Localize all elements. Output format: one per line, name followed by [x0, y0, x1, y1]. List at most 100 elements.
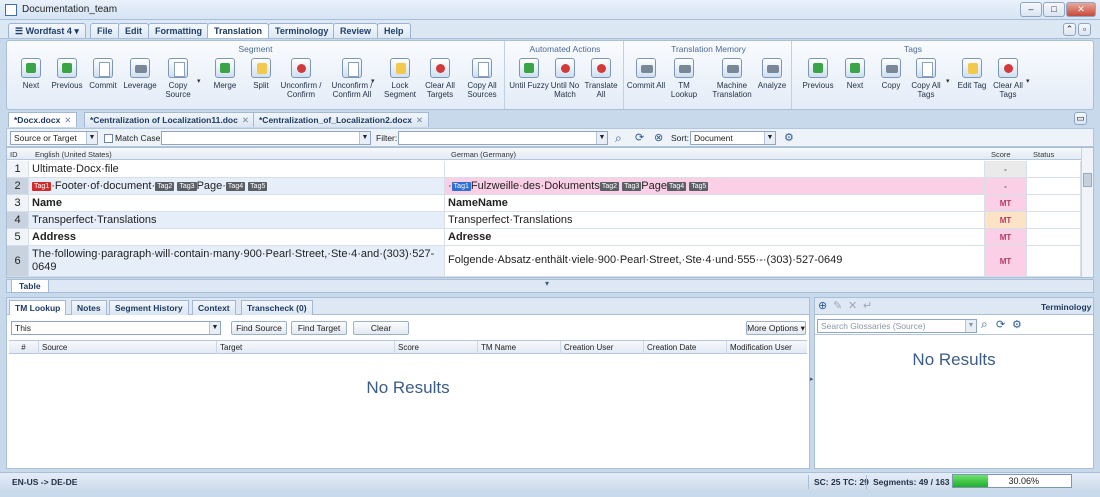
- sort-select[interactable]: Document ▼: [690, 131, 776, 145]
- tab-notes[interactable]: Notes: [71, 300, 107, 315]
- commit-button[interactable]: Commit: [83, 58, 123, 108]
- table-row[interactable]: 6 The·following·paragraph·will·contain·m…: [7, 246, 1081, 277]
- target-cell[interactable]: [445, 161, 985, 177]
- source-cell[interactable]: The·following·paragraph·will·contain·man…: [29, 246, 445, 276]
- splitter-handle-icon[interactable]: ▾: [545, 279, 549, 288]
- close-tab-icon[interactable]: ✕: [242, 115, 249, 125]
- clear-all-tags-button[interactable]: Clear All Tags: [988, 58, 1028, 108]
- tab-formatting[interactable]: Formatting: [148, 23, 209, 38]
- analyze-button[interactable]: Analyze: [752, 58, 792, 108]
- tab-help[interactable]: Help: [377, 23, 411, 38]
- search-scope-select[interactable]: Source or Target ▼: [10, 131, 98, 145]
- table-row[interactable]: 1 Ultimate·Docx·file -: [7, 161, 1081, 178]
- edit-term-icon[interactable]: ✎: [833, 299, 842, 312]
- find-target-button[interactable]: Find Target: [291, 321, 347, 335]
- scrollbar-thumb[interactable]: [1083, 173, 1092, 187]
- minimize-button[interactable]: –: [1020, 2, 1042, 17]
- tab-review[interactable]: Review: [333, 23, 379, 38]
- source-cell[interactable]: Transperfect·Translations: [29, 212, 445, 228]
- next-tag-button[interactable]: Next: [835, 58, 875, 108]
- find-source-button[interactable]: Find Source: [231, 321, 287, 335]
- app-menu-button[interactable]: ☰ Wordfast 4 ▾: [8, 23, 86, 38]
- target-cell[interactable]: Adresse: [445, 229, 985, 245]
- search-icon[interactable]: ⌕: [981, 317, 988, 332]
- copy-all-tags-button[interactable]: Copy All Tags: [906, 58, 946, 108]
- table-row[interactable]: 5 Address Adresse MT: [7, 229, 1081, 246]
- clear-search-icon[interactable]: ⊗: [654, 131, 663, 144]
- until-fuzzy-button[interactable]: Until Fuzzy: [509, 58, 549, 108]
- copy-source-dropdown-icon[interactable]: ▾: [197, 77, 203, 85]
- source-cell[interactable]: Tag1 ·Footer·of·document· Tag2 Tag3 Page· Ta…: [29, 178, 445, 194]
- lock-segment-button[interactable]: Lock Segment: [380, 58, 420, 108]
- clear-all-tags-dropdown-icon[interactable]: ▾: [1026, 77, 1032, 85]
- until-no-match-button[interactable]: Until No Match: [545, 58, 585, 108]
- glossary-search-input[interactable]: Search Glossaries (Source) ▼: [817, 319, 977, 333]
- tab-terminology[interactable]: Terminology: [268, 23, 336, 38]
- panel-splitter-icon[interactable]: ▸: [810, 375, 814, 383]
- search-input[interactable]: ▼: [161, 131, 371, 145]
- tag-marker[interactable]: Tag1: [451, 181, 471, 191]
- delete-term-icon[interactable]: ✕: [848, 299, 857, 312]
- ribbon-collapse-icon[interactable]: ⌃: [1063, 23, 1076, 36]
- table-row[interactable]: 2 Tag1 ·Footer·of·document· Tag2 Tag3 Page·…: [7, 178, 1081, 195]
- previous-segment-button[interactable]: Previous: [47, 58, 87, 108]
- close-tab-icon[interactable]: ✕: [416, 115, 423, 125]
- tag-marker[interactable]: Tag4: [667, 181, 687, 191]
- previous-tag-button[interactable]: Previous: [798, 58, 838, 108]
- source-cell[interactable]: Name: [29, 195, 445, 211]
- more-options-button[interactable]: More Options ▾: [746, 321, 806, 335]
- doc-tab-docx[interactable]: *Docx.docx ✕: [8, 112, 78, 127]
- tm-search-input[interactable]: This ▼: [11, 321, 221, 335]
- gear-icon[interactable]: ⚙: [1012, 318, 1022, 331]
- target-cell[interactable]: Transperfect·Translations: [445, 212, 985, 228]
- tag-marker[interactable]: Tag5: [689, 181, 709, 191]
- unconfirm-confirm-all-button[interactable]: Unconfirm / Confirm All: [327, 58, 377, 108]
- tag-marker[interactable]: Tag4: [225, 181, 246, 191]
- tab-context[interactable]: Context: [192, 300, 236, 315]
- search-icon[interactable]: ⌕: [615, 131, 622, 146]
- close-button[interactable]: ✕: [1066, 2, 1096, 17]
- target-cell[interactable]: Folgende·Absatz·enthält·viele·900·Pearl·…: [445, 246, 985, 276]
- machine-translation-button[interactable]: Machine Translation: [710, 58, 754, 108]
- split-button[interactable]: Split: [241, 58, 281, 108]
- edit-tag-button[interactable]: Edit Tag: [952, 58, 992, 108]
- search-next-icon[interactable]: ⟳: [996, 318, 1005, 331]
- tab-table[interactable]: Table: [11, 280, 49, 293]
- tag-marker[interactable]: Tag2: [155, 181, 175, 191]
- doc-tab-centralization2[interactable]: *Centralization_of_Localization2.docx ✕: [253, 112, 430, 127]
- tag-marker[interactable]: Tag1: [32, 181, 52, 191]
- clear-button[interactable]: Clear: [353, 321, 409, 335]
- maximize-pane-icon[interactable]: ▭: [1074, 112, 1087, 125]
- unconfirm-confirm-button[interactable]: Unconfirm / Confirm: [279, 58, 323, 108]
- tab-translation[interactable]: Translation: [207, 23, 270, 38]
- tag-marker[interactable]: Tag5: [248, 181, 268, 191]
- tag-marker[interactable]: Tag3: [177, 181, 197, 191]
- tm-lookup-button[interactable]: TM Lookup: [664, 58, 704, 108]
- maximize-button[interactable]: □: [1043, 2, 1065, 17]
- gear-icon[interactable]: ⚙: [784, 131, 794, 144]
- table-row[interactable]: 3 Name NameName MT: [7, 195, 1081, 212]
- tab-transcheck[interactable]: Transcheck (0): [241, 300, 313, 315]
- clear-all-targets-button[interactable]: Clear All Targets: [420, 58, 460, 108]
- tag-marker[interactable]: Tag2: [599, 181, 620, 191]
- search-next-icon[interactable]: ⟳: [635, 131, 644, 144]
- source-cell[interactable]: Address: [29, 229, 445, 245]
- filter-input[interactable]: ▼: [398, 131, 608, 145]
- tab-segment-history[interactable]: Segment History: [109, 300, 189, 315]
- target-cell[interactable]: · Tag1 Fulzweille·des·Dokuments Tag2 Tag3 Pa…: [445, 178, 985, 194]
- ribbon-pin-icon[interactable]: ▫: [1078, 23, 1091, 36]
- tab-file[interactable]: File: [90, 23, 120, 38]
- copy-all-sources-button[interactable]: Copy All Sources: [460, 58, 504, 108]
- doc-tab-centralization11[interactable]: *Centralization of Localization11.doc ✕: [84, 112, 255, 127]
- table-row[interactable]: 4 Transperfect·Translations Transperfect…: [7, 212, 1081, 229]
- tab-edit[interactable]: Edit: [118, 23, 149, 38]
- leverage-button[interactable]: Leverage: [120, 58, 160, 108]
- next-segment-button[interactable]: Next: [11, 58, 51, 108]
- grid-scrollbar[interactable]: [1081, 148, 1093, 277]
- unconfirm-all-dropdown-icon[interactable]: ▾: [371, 77, 377, 85]
- target-cell[interactable]: NameName: [445, 195, 985, 211]
- copy-source-button[interactable]: Copy Source: [158, 58, 198, 108]
- merge-button[interactable]: Merge: [205, 58, 245, 108]
- close-tab-icon[interactable]: ✕: [64, 115, 71, 125]
- tag-marker[interactable]: Tag3: [622, 181, 642, 191]
